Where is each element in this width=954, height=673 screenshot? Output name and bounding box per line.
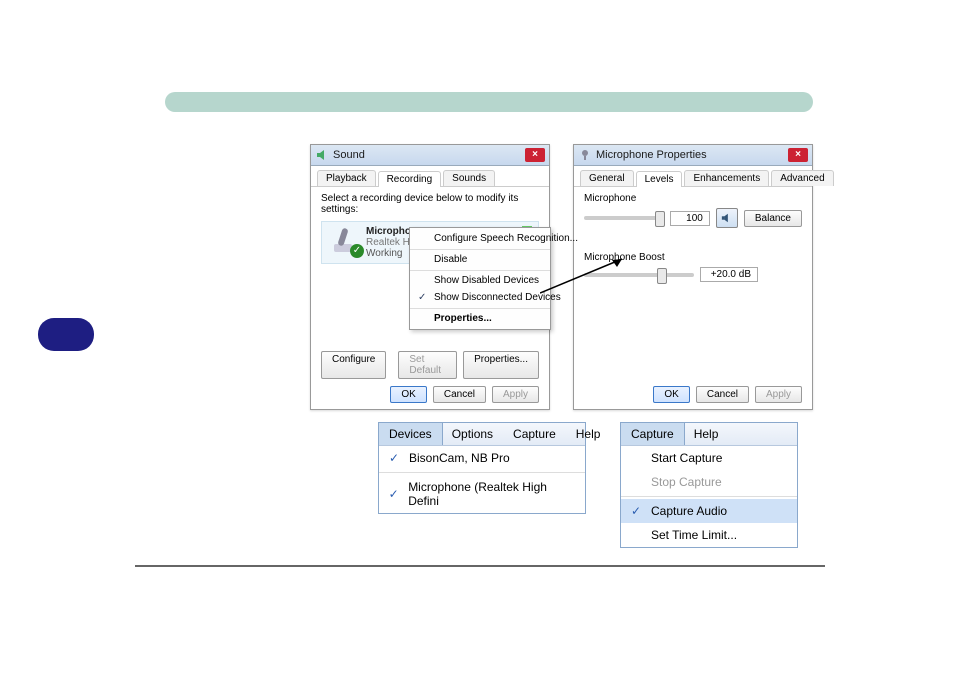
cancel-button[interactable]: Cancel [696, 386, 749, 403]
micprops-body: Microphone 100 Balance Microphone Boost [574, 187, 812, 302]
tab-recording[interactable]: Recording [378, 171, 442, 187]
micprops-title: Microphone Properties [596, 149, 707, 161]
micprops-titlebar: Microphone Properties × [574, 145, 812, 166]
menu-capture[interactable]: Capture [503, 423, 566, 445]
capture-item-label: Capture Audio [651, 504, 727, 518]
set-default-button: Set Default [398, 351, 457, 379]
devices-menu-list: ✓ BisonCam, NB Pro ✓ Microphone (Realtek… [379, 446, 585, 513]
apply-button: Apply [492, 386, 539, 403]
sound-tabs: Playback Recording Sounds [311, 166, 549, 187]
microphone-boost-slider[interactable] [584, 273, 694, 277]
check-icon: ✓ [387, 451, 401, 465]
microphone-level-value: 100 [670, 211, 710, 226]
menu-help[interactable]: Help [684, 423, 729, 445]
capture-item-label: Stop Capture [651, 475, 722, 489]
menu-separator [621, 496, 797, 497]
micprops-dialog-icon [578, 148, 592, 162]
sound-footer: OK Cancel Apply [311, 386, 549, 403]
device-item-label: BisonCam, NB Pro [409, 451, 510, 465]
apply-button: Apply [755, 386, 802, 403]
device-item-label: Microphone (Realtek High Defini [408, 480, 571, 508]
balance-button[interactable]: Balance [744, 210, 802, 227]
tab-sounds[interactable]: Sounds [443, 170, 495, 186]
micprops-tabs: General Levels Enhancements Advanced [574, 166, 812, 187]
capture-start[interactable]: Start Capture [621, 446, 797, 470]
sound-titlebar: Sound × [311, 145, 549, 166]
microphone-boost-label: Microphone Boost [584, 252, 802, 263]
capture-item-label: Start Capture [651, 451, 722, 465]
tab-levels[interactable]: Levels [636, 171, 683, 187]
microphone-level-group: Microphone 100 Balance [584, 193, 802, 228]
sound-dialog-icon [315, 148, 329, 162]
tab-playback[interactable]: Playback [317, 170, 376, 186]
capture-menu-list: Start Capture Stop Capture ✓ Capture Aud… [621, 446, 797, 547]
menu-devices[interactable]: Devices [378, 422, 443, 445]
devices-menubar: Devices Options Capture Help [379, 423, 585, 446]
check-icon: ✓ [387, 487, 400, 501]
micprops-footer: OK Cancel Apply [574, 386, 812, 403]
device-bisoncam[interactable]: ✓ BisonCam, NB Pro [379, 446, 585, 470]
ctx-properties[interactable]: Properties... [410, 308, 550, 327]
device-context-menu: Configure Speech Recognition... Disable … [409, 227, 551, 330]
microphone-level-slider[interactable] [584, 216, 664, 220]
microphone-boost-value: +20.0 dB [700, 267, 758, 282]
sound-device-buttons: Configure Set Default Properties... [311, 351, 549, 379]
mute-icon[interactable] [716, 208, 738, 228]
tab-enhancements[interactable]: Enhancements [684, 170, 769, 186]
ctx-disable[interactable]: Disable [410, 249, 550, 268]
menu-options[interactable]: Options [442, 423, 503, 445]
ctx-show-disconnected[interactable]: Show Disconnected Devices [410, 289, 550, 306]
microphone-label: Microphone [584, 193, 802, 204]
menu-help[interactable]: Help [566, 423, 611, 445]
capture-item-label: Set Time Limit... [651, 528, 737, 542]
ok-button[interactable]: OK [653, 386, 689, 403]
close-icon[interactable]: × [525, 148, 545, 162]
capture-menu-panel: Capture Help Start Capture Stop Capture … [620, 422, 798, 548]
tab-advanced[interactable]: Advanced [771, 170, 833, 186]
decorative-pill [38, 318, 94, 351]
decorative-bar [165, 92, 813, 112]
check-icon: ✓ [629, 504, 643, 518]
capture-menubar: Capture Help [621, 423, 797, 446]
ctx-show-disabled[interactable]: Show Disabled Devices [410, 270, 550, 289]
sound-title: Sound [333, 149, 365, 161]
ctx-configure-speech[interactable]: Configure Speech Recognition... [410, 230, 550, 247]
device-default-check-icon: ✓ [350, 244, 364, 258]
capture-stop: Stop Capture [621, 470, 797, 494]
footer-divider [135, 565, 825, 567]
menu-capture[interactable]: Capture [620, 422, 685, 445]
tab-general[interactable]: General [580, 170, 634, 186]
configure-button[interactable]: Configure [321, 351, 386, 379]
menu-separator [379, 472, 585, 473]
microphone-boost-group: Microphone Boost +20.0 dB [584, 252, 802, 282]
sound-dialog: Sound × Playback Recording Sounds Select… [310, 144, 550, 410]
close-icon[interactable]: × [788, 148, 808, 162]
devices-menu-panel: Devices Options Capture Help ✓ BisonCam,… [378, 422, 586, 514]
cancel-button[interactable]: Cancel [433, 386, 486, 403]
capture-set-time-limit[interactable]: Set Time Limit... [621, 523, 797, 547]
capture-audio[interactable]: ✓ Capture Audio [621, 499, 797, 523]
mic-properties-dialog: Microphone Properties × General Levels E… [573, 144, 813, 410]
ok-button[interactable]: OK [390, 386, 426, 403]
device-microphone-realtek[interactable]: ✓ Microphone (Realtek High Defini [379, 475, 585, 513]
properties-button[interactable]: Properties... [463, 351, 539, 379]
sound-instruction: Select a recording device below to modif… [321, 193, 539, 215]
